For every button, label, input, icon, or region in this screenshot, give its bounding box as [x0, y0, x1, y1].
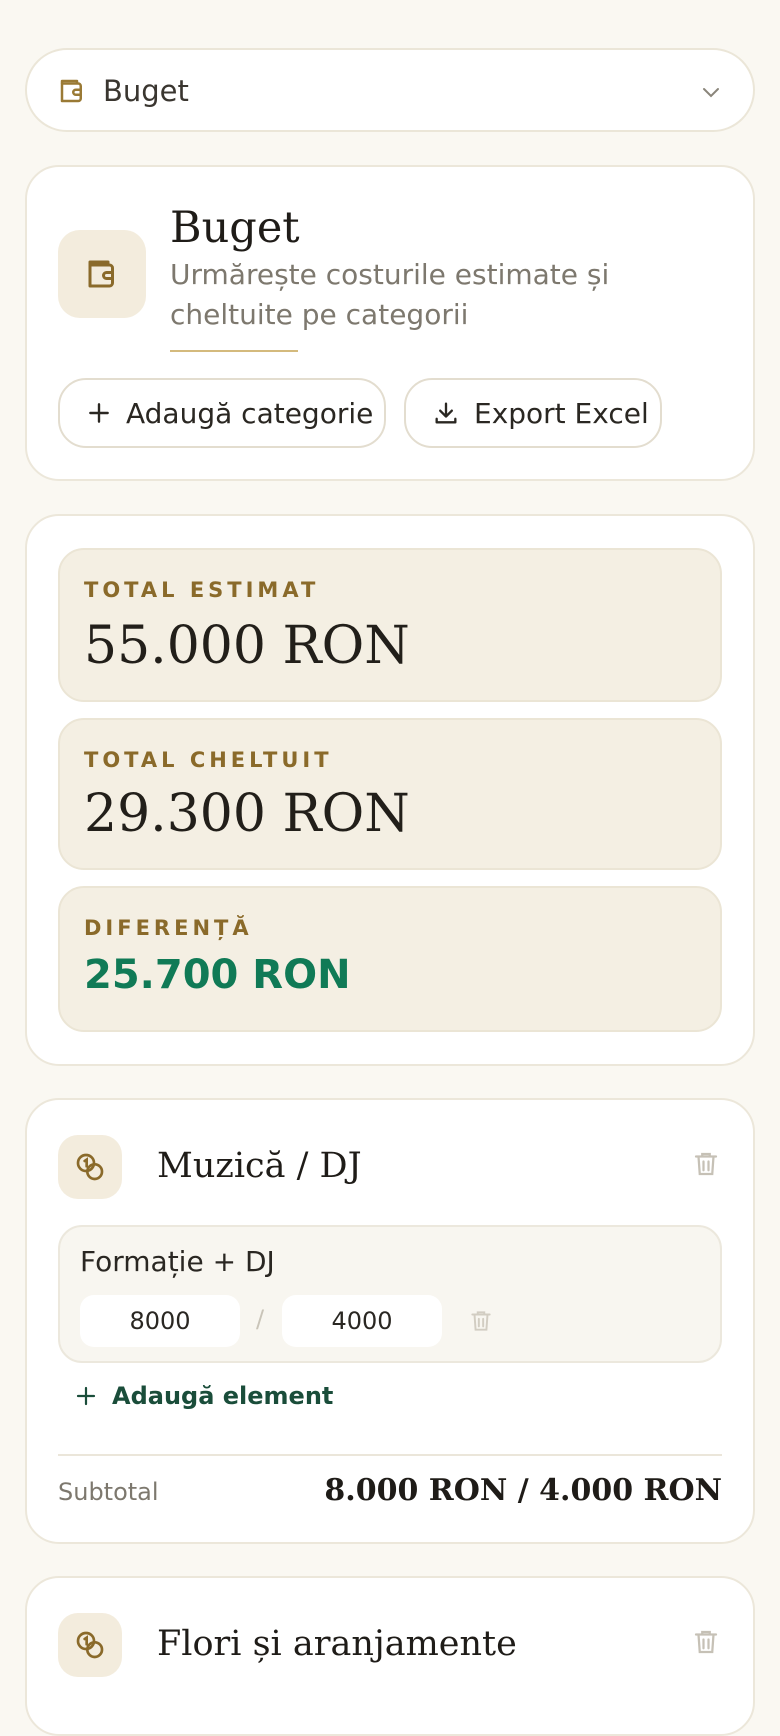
total-estimated-label: TOTAL ESTIMAT [84, 578, 320, 602]
category-name: Muzică / DJ [157, 1146, 362, 1186]
export-excel-button[interactable]: Export Excel [404, 378, 662, 448]
category-name: Flori și aranjamente [157, 1624, 517, 1664]
difference-value: 25.700 RON [84, 952, 351, 998]
title-underline [170, 350, 298, 352]
totals-card: TOTAL ESTIMAT 55.000 RON TOTAL CHELTUIT … [25, 514, 755, 1066]
item-name: Formație + DJ [80, 1245, 275, 1278]
header-card: Buget Urmărește costurile estimate și ch… [25, 165, 755, 481]
add-item-button[interactable]: Adaugă element [74, 1382, 333, 1410]
total-estimated-box: TOTAL ESTIMAT 55.000 RON [58, 548, 722, 702]
subtotal-label: Subtotal [58, 1478, 159, 1506]
section-select-label: Buget [103, 74, 189, 108]
page-title: Buget [170, 203, 300, 253]
difference-box: DIFERENȚĂ 25.700 RON [58, 886, 722, 1032]
add-item-label: Adaugă element [112, 1382, 334, 1410]
chevron-down-icon [703, 88, 719, 98]
trash-icon[interactable] [691, 1626, 721, 1658]
total-spent-value: 29.300 RON [84, 784, 410, 844]
divider [58, 1454, 722, 1456]
coins-icon-badge [58, 1613, 122, 1677]
subtotal-value: 8.000 RON / 4.000 RON [324, 1473, 722, 1508]
add-category-label: Adaugă categorie [126, 396, 374, 430]
plus-icon [76, 1386, 96, 1406]
download-icon [435, 402, 457, 424]
export-excel-label: Export Excel [474, 396, 649, 430]
coins-icon [76, 1631, 104, 1659]
category-card: Flori și aranjamente [25, 1576, 755, 1736]
page-subtitle: Urmărește costurile estimate și cheltuit… [170, 258, 610, 331]
trash-icon[interactable] [691, 1148, 721, 1180]
value-separator: / [256, 1305, 265, 1333]
total-spent-box: TOTAL CHELTUIT 29.300 RON [58, 718, 722, 870]
add-category-button[interactable]: Adaugă categorie [58, 378, 386, 448]
trash-icon[interactable] [468, 1307, 494, 1335]
coins-icon [76, 1153, 104, 1181]
wallet-icon [60, 79, 82, 103]
wallet-icon [88, 260, 114, 288]
estimated-input[interactable]: 8000 [80, 1295, 240, 1347]
plus-icon [89, 403, 109, 423]
section-select[interactable]: Buget [25, 48, 755, 132]
budget-item: Formație + DJ 8000 / 4000 [58, 1225, 722, 1363]
category-card: Muzică / DJ Formație + DJ 8000 / 4000 Ad… [25, 1098, 755, 1544]
total-estimated-value: 55.000 RON [84, 616, 410, 676]
wallet-icon-badge [58, 230, 146, 318]
spent-input[interactable]: 4000 [282, 1295, 442, 1347]
difference-label: DIFERENȚĂ [84, 916, 253, 940]
coins-icon-badge [58, 1135, 122, 1199]
total-spent-label: TOTAL CHELTUIT [84, 748, 333, 772]
